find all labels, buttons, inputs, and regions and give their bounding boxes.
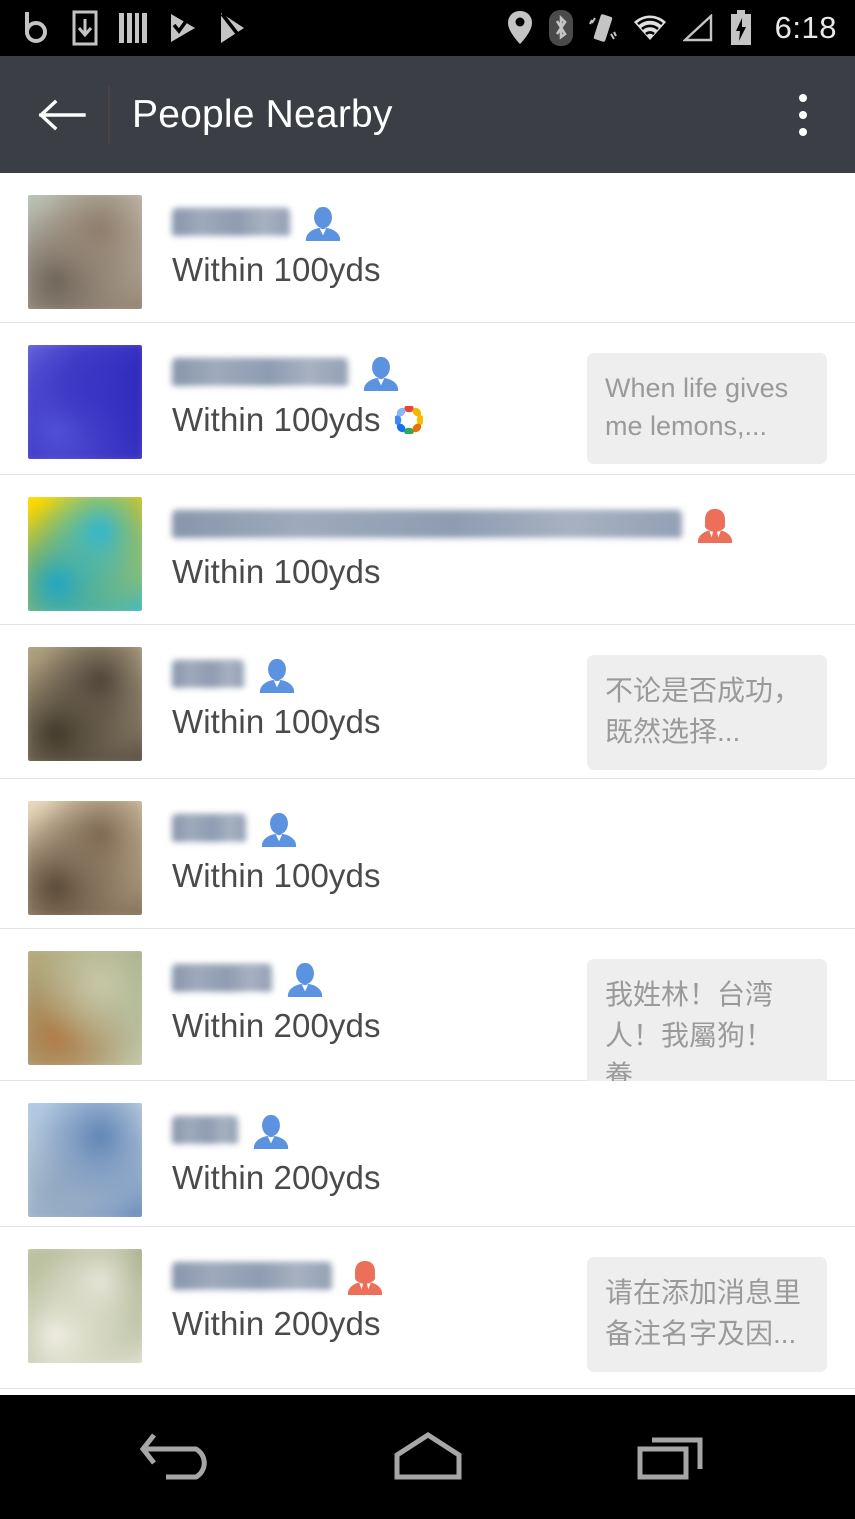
avatar-image (28, 951, 142, 1065)
avatar[interactable] (28, 195, 142, 309)
list-item[interactable]: Within 100yds (0, 475, 855, 625)
status-bar: 6:18 (0, 0, 855, 56)
male-gender-icon (287, 962, 323, 998)
overflow-dot (799, 127, 807, 136)
avatar[interactable] (28, 951, 142, 1065)
distance-line: Within 100yds (172, 857, 855, 895)
female-gender-icon (697, 508, 733, 544)
status-bar-clock: 6:18 (774, 10, 837, 45)
status-bar-system-icons: 6:18 (507, 10, 837, 46)
list-item-body: Within 100yds (172, 195, 855, 289)
avatar[interactable] (28, 801, 142, 915)
google-photos-icon (394, 406, 423, 434)
male-gender-icon (305, 206, 341, 242)
avatar[interactable] (28, 497, 142, 611)
list-item[interactable]: Within 100yds (0, 173, 855, 323)
b-logo-icon (25, 12, 47, 43)
distance-label: Within 100yds (172, 553, 381, 590)
people-nearby-list[interactable]: Within 100yds Within 100yds When life give… (0, 173, 855, 1395)
list-item-body: Within 200yds (172, 1103, 855, 1197)
barcode-icon (119, 13, 147, 43)
battery-charging-icon (730, 10, 751, 45)
avatar-image (28, 647, 142, 761)
list-item-body: Within 100yds (172, 497, 855, 591)
distance-label: Within 100yds (172, 857, 381, 894)
download-icon (72, 10, 98, 46)
distance-label: Within 100yds (172, 703, 381, 740)
list-item[interactable]: Within 200yds (0, 1081, 855, 1227)
name-line (172, 1105, 855, 1157)
phone-screen: 6:18 People Nearby Within 100yds Within 1… (0, 0, 855, 1519)
location-pin-icon (507, 11, 532, 44)
list-item[interactable]: Within 100yds When life gives me lemons,.… (0, 323, 855, 475)
cell-signal-icon (682, 14, 712, 42)
avatar-image (28, 497, 142, 611)
user-name-redacted (172, 965, 272, 993)
female-gender-icon (347, 1260, 383, 1296)
distance-line: Within 100yds (172, 251, 855, 289)
distance-label: Within 100yds (172, 401, 381, 438)
list-item[interactable]: Within 100yds 不论是否成功，既然选择... (0, 625, 855, 779)
user-name-redacted (172, 359, 348, 387)
signature-bubble: 不论是否成功，既然选择... (587, 655, 827, 771)
avatar[interactable] (28, 1249, 142, 1363)
app-bar: People Nearby (0, 56, 855, 173)
avatar[interactable] (28, 1103, 142, 1217)
overflow-dot (799, 110, 807, 119)
avatar-image (28, 1103, 142, 1217)
avatar-image (28, 1249, 142, 1363)
user-name-redacted (172, 511, 682, 539)
list-item[interactable]: Within 200yds 请在添加消息里备注名字及因... (0, 1227, 855, 1389)
page-title: People Nearby (132, 92, 393, 136)
overflow-menu-icon[interactable] (777, 83, 829, 147)
list-item-body: Within 100yds (172, 801, 855, 895)
signature-bubble: 请在添加消息里备注名字及因... (587, 1257, 827, 1373)
wifi-icon (633, 15, 666, 40)
home-nav-icon[interactable] (368, 1412, 488, 1502)
avatar-image (28, 195, 142, 309)
distance-label: Within 200yds (172, 1305, 381, 1342)
name-line (172, 499, 855, 551)
name-line (172, 197, 855, 249)
avatar-image (28, 801, 142, 915)
signature-bubble: When life gives me lemons,... (587, 353, 827, 464)
recents-nav-icon[interactable] (613, 1412, 733, 1502)
list-item[interactable]: Within 200yds 我姓林！台湾人！我屬狗！養... (0, 929, 855, 1115)
avatar[interactable] (28, 647, 142, 761)
user-name-redacted (172, 209, 290, 237)
distance-label: Within 200yds (172, 1007, 381, 1044)
avatar-image (28, 345, 142, 459)
android-nav-bar (0, 1395, 855, 1519)
bluetooth-icon (548, 10, 573, 46)
user-name-redacted (172, 815, 246, 843)
male-gender-icon (261, 812, 297, 848)
appbar-divider (108, 85, 110, 144)
user-name-redacted (172, 1263, 332, 1291)
male-gender-icon (253, 1114, 289, 1150)
name-line (172, 803, 855, 855)
avatar[interactable] (28, 345, 142, 459)
distance-line: Within 100yds (172, 553, 855, 591)
vibrate-icon (588, 14, 617, 42)
overflow-dot (799, 93, 807, 102)
back-arrow-icon[interactable] (34, 87, 90, 143)
back-nav-icon[interactable] (123, 1412, 243, 1502)
checkmark-play-icon (171, 14, 195, 42)
user-name-redacted (172, 1117, 238, 1145)
list-item[interactable]: Within 100yds (0, 779, 855, 929)
male-gender-icon (363, 356, 399, 392)
user-name-redacted (172, 661, 244, 689)
male-gender-icon (259, 658, 295, 694)
distance-label: Within 100yds (172, 251, 381, 288)
play-store-icon (220, 12, 245, 43)
distance-label: Within 200yds (172, 1159, 381, 1196)
distance-line: Within 200yds (172, 1159, 855, 1197)
status-bar-notification-icons (22, 10, 248, 46)
